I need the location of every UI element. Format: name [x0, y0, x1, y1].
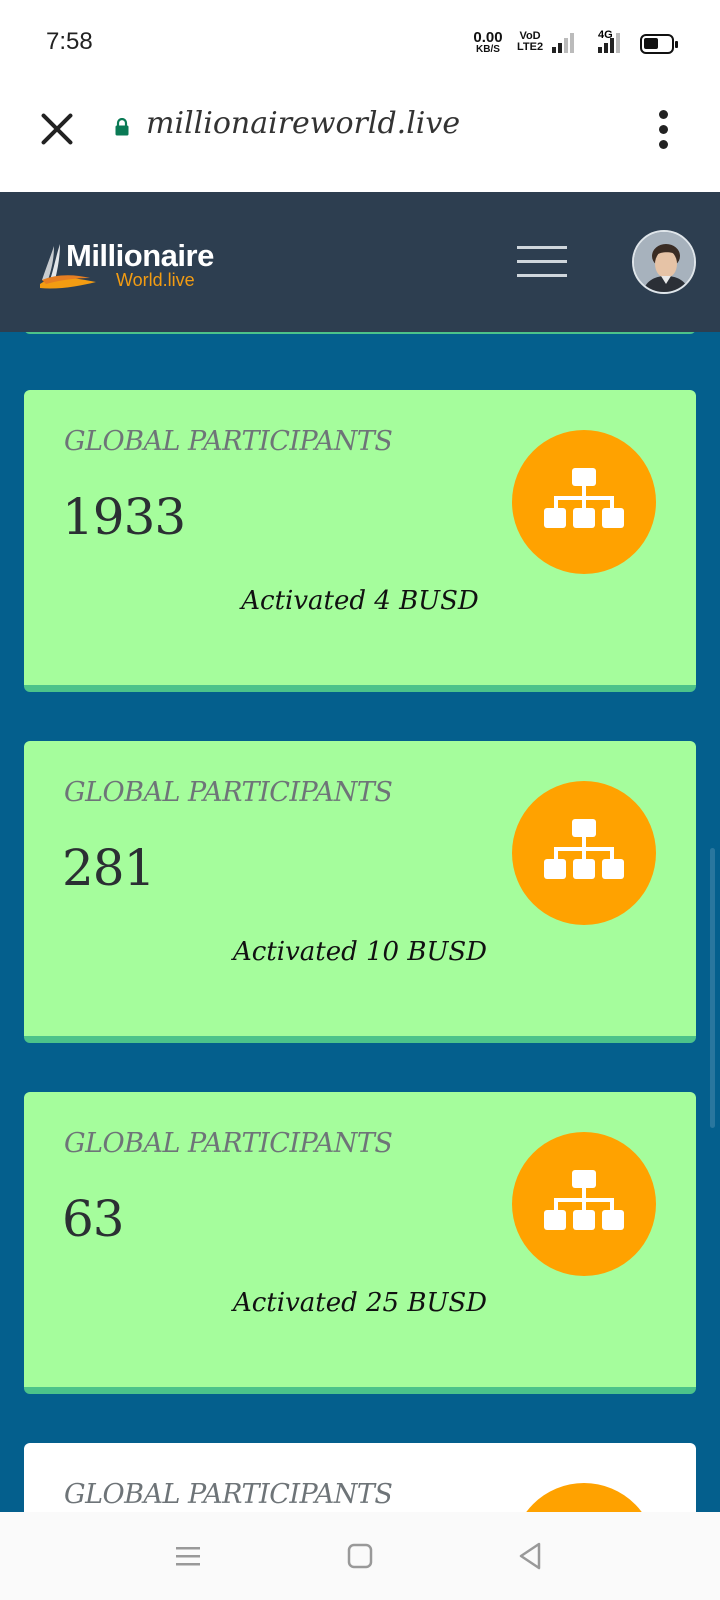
volte-indicator: VoD LTE2 — [517, 30, 544, 53]
participants-card: GLOBAL PARTICIPANTS 1933 Activated 4 BUS… — [24, 390, 696, 692]
previous-card-edge — [24, 332, 696, 334]
logo-text-main: Millionaire — [66, 238, 214, 273]
card-subtitle: Activated 4 BUSD — [241, 586, 479, 616]
org-chart-icon — [512, 1132, 656, 1276]
signal-4g-icon: 4G — [596, 29, 622, 53]
org-chart-icon — [512, 1483, 656, 1512]
close-icon[interactable] — [40, 112, 74, 146]
org-chart-icon — [512, 781, 656, 925]
status-time: 7:58 — [46, 28, 93, 55]
signal-icon — [552, 31, 578, 53]
main-content: GLOBAL PARTICIPANTS 1933 Activated 4 BUS… — [0, 332, 720, 1512]
participants-card: GLOBAL PARTICIPANTS — [24, 1443, 696, 1512]
site-header: Millionaire World.live — [0, 192, 720, 332]
avatar[interactable] — [632, 230, 696, 294]
hamburger-menu-icon[interactable] — [517, 246, 567, 278]
browser-toolbar: millionaireworld.live — [0, 88, 720, 192]
network-speed: 0.00 KB/S — [473, 29, 503, 55]
participant-count: 1933 — [62, 488, 186, 546]
status-bar: 7:58 0.00 KB/S VoD LTE2 4G — [0, 0, 720, 88]
more-vert-icon[interactable] — [656, 110, 672, 150]
url-text[interactable]: millionaireworld.live — [146, 106, 460, 141]
scrollbar-thumb[interactable] — [710, 848, 715, 1128]
battery-icon — [640, 34, 678, 54]
org-chart-icon — [512, 430, 656, 574]
participants-card: GLOBAL PARTICIPANTS 63 Activated 25 BUSD — [24, 1092, 696, 1394]
card-subtitle: Activated 10 BUSD — [232, 937, 488, 967]
home-icon[interactable] — [344, 1540, 376, 1572]
user-avatar-image — [634, 232, 694, 292]
logo-text-sub: World.live — [116, 270, 195, 290]
participant-count: 63 — [62, 1190, 125, 1248]
system-nav-bar — [0, 1512, 720, 1600]
lock-icon — [115, 118, 129, 136]
card-title: GLOBAL PARTICIPANTS — [64, 426, 393, 457]
card-title: GLOBAL PARTICIPANTS — [64, 1128, 393, 1159]
participant-count: 281 — [62, 839, 155, 897]
back-icon[interactable] — [514, 1540, 546, 1572]
participants-card: GLOBAL PARTICIPANTS 281 Activated 10 BUS… — [24, 741, 696, 1043]
card-title: GLOBAL PARTICIPANTS — [64, 1479, 393, 1510]
card-title: GLOBAL PARTICIPANTS — [64, 777, 393, 808]
recent-apps-icon[interactable] — [172, 1540, 204, 1572]
site-logo[interactable]: Millionaire World.live — [40, 238, 240, 296]
card-subtitle: Activated 25 BUSD — [232, 1288, 488, 1318]
